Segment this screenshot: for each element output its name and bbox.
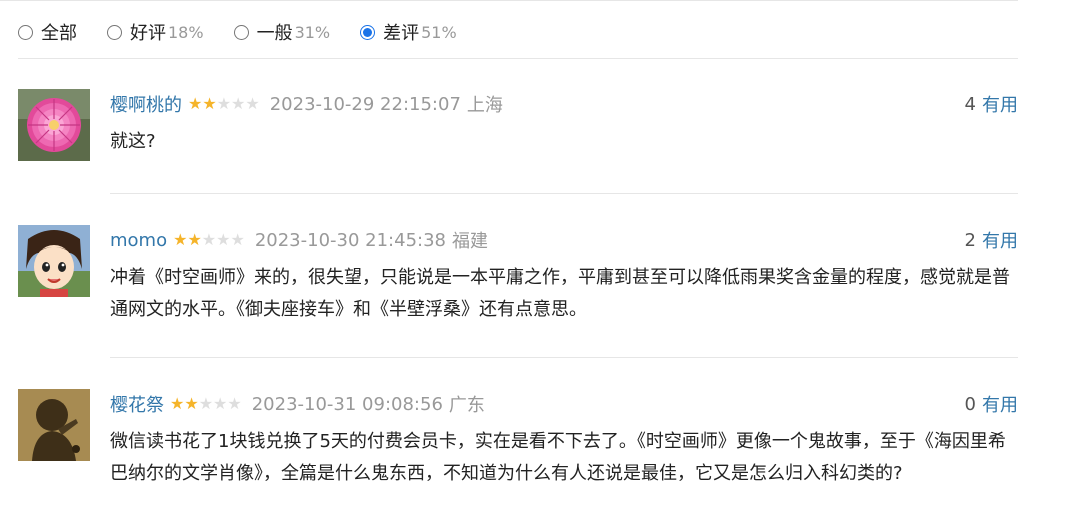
filter-negative[interactable]: 差评 51% xyxy=(360,19,457,45)
review-location: 上海 xyxy=(466,95,503,116)
review-timestamp: 2023-10-31 09:08:56 xyxy=(251,393,443,415)
review-content: 就这? xyxy=(110,131,156,152)
avatar[interactable] xyxy=(18,389,90,461)
filter-negative-percent: 51% xyxy=(421,22,457,42)
filter-divider xyxy=(18,58,1018,59)
review-location: 福建 xyxy=(451,231,488,252)
star-icon: ★ xyxy=(216,230,231,249)
review-meta: momo ★ ★ ★ ★ ★ 2023-10-30 21:45:38 福建 xyxy=(110,225,488,255)
useful-label[interactable]: 有用 xyxy=(982,391,1018,417)
review-item: 樱啊桃的 ★ ★ ★ ★ ★ 2023-10-29 22:15:07 上海 4 … xyxy=(18,89,1018,189)
filter-all-label: 全部 xyxy=(41,23,77,44)
rating-stars: ★ ★ ★ ★ ★ xyxy=(173,232,245,248)
cartoon-girl-icon xyxy=(18,225,90,297)
star-icon: ★ xyxy=(198,394,214,413)
filter-positive-label: 好评 xyxy=(130,23,166,44)
review-username[interactable]: momo xyxy=(110,230,167,251)
useful-count: 4 xyxy=(964,93,976,115)
star-icon: ★ xyxy=(202,94,217,113)
radio-neutral[interactable] xyxy=(233,24,249,40)
star-icon: ★ xyxy=(170,394,185,413)
radio-all[interactable] xyxy=(18,24,33,40)
useful-button[interactable]: 0 有用 xyxy=(965,389,1018,419)
star-icon: ★ xyxy=(188,94,203,113)
rating-stars: ★ ★ ★ ★ ★ xyxy=(170,396,242,412)
star-icon: ★ xyxy=(216,94,232,113)
useful-button[interactable]: 2 有用 xyxy=(965,225,1018,255)
review-timestamp: 2023-10-30 21:45:38 xyxy=(254,229,446,251)
review-meta: 樱啊桃的 ★ ★ ★ ★ ★ 2023-10-29 22:15:07 上海 xyxy=(110,89,503,119)
filter-positive-percent: 18% xyxy=(168,22,204,42)
dahlia-flower-icon xyxy=(18,89,90,161)
radio-negative[interactable] xyxy=(360,24,376,40)
radio-positive[interactable] xyxy=(107,24,122,40)
filter-all[interactable]: 全部 xyxy=(18,19,77,45)
filter-neutral-percent: 31% xyxy=(294,22,331,42)
top-divider xyxy=(0,0,1018,1)
review-content: 微信读书花了1块钱兑换了5天的付费会员卡，实在是看不下去了。《时空画师》更像一个… xyxy=(110,431,1006,484)
useful-label[interactable]: 有用 xyxy=(982,227,1018,253)
filter-positive[interactable]: 好评 18% xyxy=(107,19,204,45)
review-item: momo ★ ★ ★ ★ ★ 2023-10-30 21:45:38 福建 2 … xyxy=(18,225,1018,345)
star-icon: ★ xyxy=(173,230,188,249)
star-icon: ★ xyxy=(245,94,260,113)
star-icon: ★ xyxy=(184,394,199,413)
filter-neutral-label: 一般 xyxy=(256,23,293,44)
review-item: 樱花祭 ★ ★ ★ ★ ★ 2023-10-31 09:08:56 广东 0 有… xyxy=(18,389,1018,529)
review-divider xyxy=(110,193,1018,194)
useful-count: 0 xyxy=(964,393,976,415)
review-content: 冲着《时空画师》来的，很失望，只能说是一本平庸之作，平庸到甚至可以降低雨果奖含金… xyxy=(110,267,1010,320)
review-username[interactable]: 樱花祭 xyxy=(110,391,164,417)
star-icon: ★ xyxy=(187,230,202,249)
review-divider xyxy=(110,357,1018,358)
avatar[interactable] xyxy=(18,225,90,297)
rating-stars: ★ ★ ★ ★ ★ xyxy=(188,96,260,112)
star-icon: ★ xyxy=(227,394,242,413)
silhouette-photo-icon xyxy=(18,389,90,461)
useful-count: 2 xyxy=(964,229,976,251)
star-icon: ★ xyxy=(230,230,245,249)
filter-negative-label: 差评 xyxy=(383,23,420,44)
review-username[interactable]: 樱啊桃的 xyxy=(110,91,182,117)
star-icon: ★ xyxy=(231,94,246,113)
avatar[interactable] xyxy=(18,89,90,161)
star-icon: ★ xyxy=(201,230,217,249)
filter-neutral[interactable]: 一般 31% xyxy=(233,19,331,45)
useful-button[interactable]: 4 有用 xyxy=(965,89,1018,119)
review-timestamp: 2023-10-29 22:15:07 xyxy=(269,93,461,115)
review-location: 广东 xyxy=(448,395,485,416)
star-icon: ★ xyxy=(213,394,228,413)
review-meta: 樱花祭 ★ ★ ★ ★ ★ 2023-10-31 09:08:56 广东 xyxy=(110,389,485,419)
useful-label[interactable]: 有用 xyxy=(982,91,1018,117)
rating-filter-group: 全部 好评 18% 一般 31% 差评 51% xyxy=(18,17,487,47)
